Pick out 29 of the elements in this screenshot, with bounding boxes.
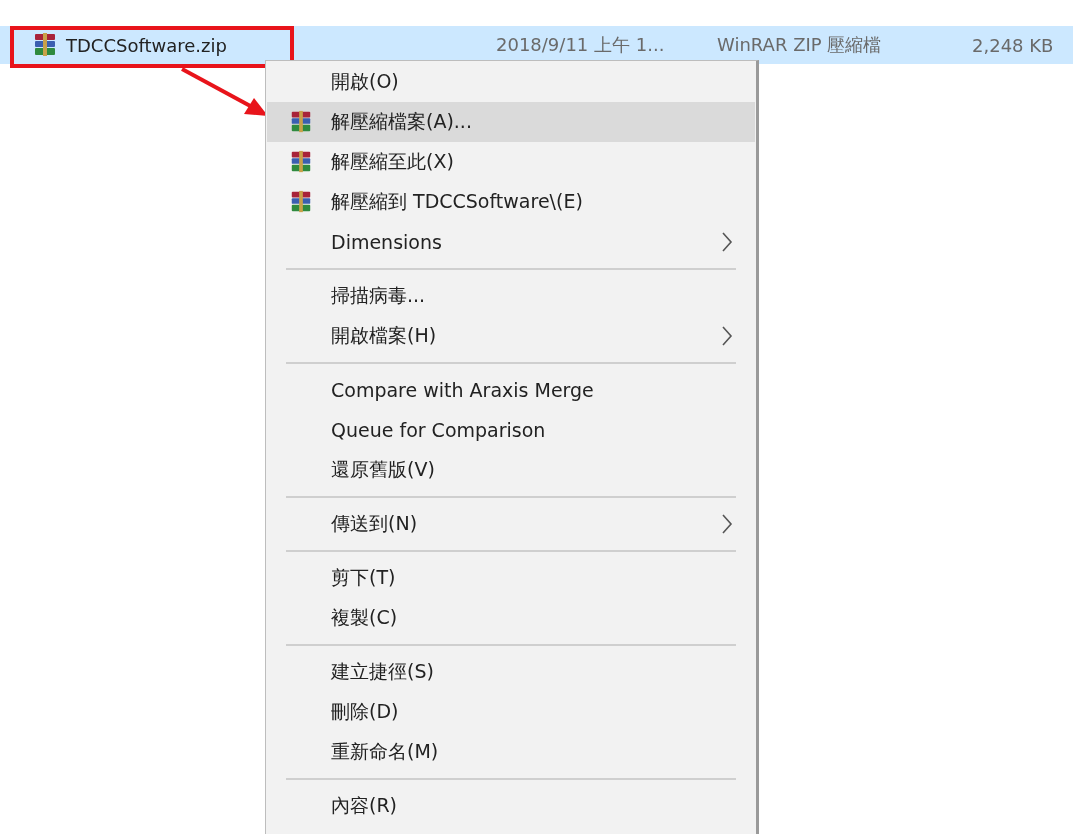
menu-item[interactable]: Compare with Araxis Merge [267,370,755,410]
chevron-right-icon [721,513,733,535]
file-row[interactable]: TDCCSoftware.zip 2018/9/11 上午 1... WinRAR ZIP 壓縮檔 2,248 KB [0,26,1073,64]
menu-item[interactable]: 重新命名(M) [267,732,755,772]
menu-item[interactable]: 開啟(O) [267,62,755,102]
archive-icon [289,150,313,174]
menu-item[interactable]: 刪除(D) [267,692,755,732]
archive-icon [32,32,58,58]
menu-item[interactable]: 解壓縮檔案(A)... [267,102,755,142]
menu-item[interactable]: 開啟檔案(H) [267,316,755,356]
menu-item[interactable]: 掃描病毒... [267,276,755,316]
menu-item[interactable]: 還原舊版(V) [267,450,755,490]
file-name: TDCCSoftware.zip [66,34,228,56]
menu-item[interactable]: 解壓縮至此(X) [267,142,755,182]
menu-item[interactable]: 解壓縮到 TDCCSoftware\(E) [267,182,755,222]
menu-item[interactable]: 複製(C) [267,598,755,638]
menu-item[interactable]: Dimensions [267,222,755,262]
file-size: 2,248 KB [972,34,1054,56]
file-date: 2018/9/11 上午 1... [496,33,666,57]
archive-icon [289,110,313,134]
menu-item[interactable]: 傳送到(N) [267,504,755,544]
menu-item[interactable]: Queue for Comparison [267,410,755,450]
chevron-right-icon [721,231,733,253]
menu-item[interactable]: 內容(R) [267,786,755,826]
chevron-right-icon [721,325,733,347]
archive-icon [289,190,313,214]
file-type: WinRAR ZIP 壓縮檔 [717,33,883,57]
menu-item[interactable]: 建立捷徑(S) [267,652,755,692]
menu-item[interactable]: 剪下(T) [267,558,755,598]
